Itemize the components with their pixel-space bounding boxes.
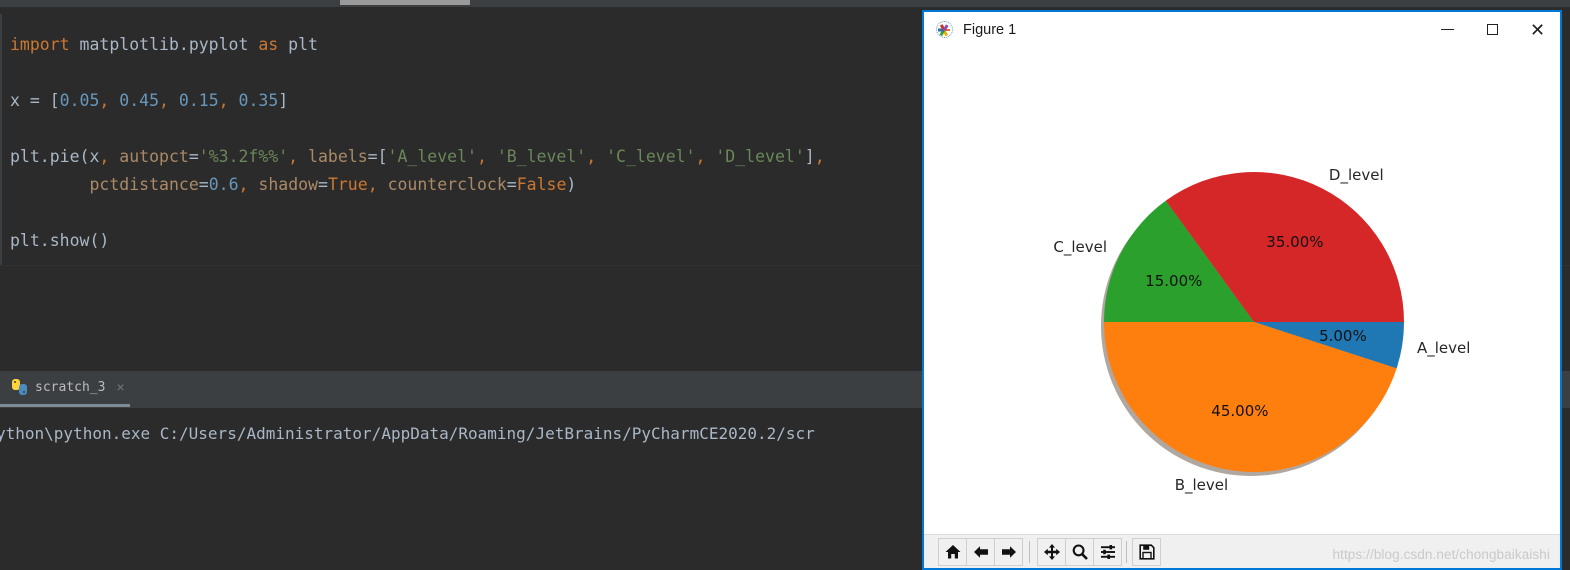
save-floppy-icon	[1138, 543, 1155, 560]
source-code: import matplotlib.pyplot as plt x = [0.0…	[10, 31, 825, 255]
pie-pct-d_level: 35.00%	[1266, 233, 1323, 251]
back-button[interactable]	[966, 537, 995, 566]
run-tab-underline	[0, 404, 130, 407]
figure-navigation-toolbar: https://blog.csdn.net/chongbaikaishi	[924, 534, 1560, 568]
configure-subplots-icon	[1100, 544, 1115, 559]
save-button[interactable]	[1132, 537, 1161, 566]
toolbar-separator-2	[1126, 540, 1127, 563]
pie-pct-b_level: 45.00%	[1211, 402, 1268, 420]
pie-label-b_level: B_level	[1175, 476, 1228, 495]
run-tab-label: scratch_3	[35, 379, 106, 395]
code-line-6: pctdistance=0.6, shadow=True, counterclo…	[89, 175, 577, 194]
close-icon: ✕	[1529, 19, 1546, 40]
home-icon	[945, 544, 960, 558]
zoom-magnifier-icon	[1072, 543, 1088, 560]
matplotlib-icon	[936, 21, 953, 38]
configure-subplots-button[interactable]	[1093, 537, 1122, 566]
code-line-8: plt.show()	[10, 231, 110, 250]
figure-window-title: Figure 1	[963, 21, 1017, 38]
pie-chart: 5.00% A_level 45.00% B_level 15.00% C_level 35…	[1053, 166, 1470, 495]
pie-pct-a_level: 5.00%	[1319, 327, 1367, 345]
pie-label-d_level: D_level	[1329, 166, 1384, 185]
pie-label-c_level: C_level	[1053, 238, 1107, 257]
maximize-icon	[1487, 24, 1498, 35]
watermark-text: https://blog.csdn.net/chongbaikaishi	[1332, 547, 1550, 562]
minimize-icon	[1441, 28, 1454, 31]
figure-canvas[interactable]: 5.00% A_level 45.00% B_level 15.00% C_level 35…	[924, 47, 1560, 534]
python-file-icon	[12, 379, 28, 395]
close-icon[interactable]: ×	[116, 379, 124, 395]
forward-button[interactable]	[994, 537, 1023, 566]
ide-top-strip	[0, 0, 1570, 7]
toolbar-separator-1	[1029, 540, 1030, 563]
window-controls: ✕	[1425, 12, 1560, 47]
code-line-1: import matplotlib.pyplot as plt	[10, 35, 318, 54]
pie-pct-c_level: 15.00%	[1145, 272, 1202, 290]
pie-label-a_level: A_level	[1417, 339, 1470, 358]
back-arrow-icon	[973, 545, 988, 558]
zoom-button[interactable]	[1065, 537, 1094, 566]
code-line-3: x = [0.05, 0.45, 0.15, 0.35]	[10, 91, 289, 110]
pan-button[interactable]	[1037, 537, 1066, 566]
code-line-5: plt.pie(x, autopct='%3.2f%%', labels=['A…	[10, 147, 825, 166]
maximize-button[interactable]	[1470, 12, 1515, 47]
close-button[interactable]: ✕	[1515, 12, 1560, 47]
minimize-button[interactable]	[1425, 12, 1470, 47]
home-button[interactable]	[938, 537, 967, 566]
matplotlib-figure-window[interactable]: Figure 1 ✕ 5.00% A_level 45.00% B_level 15.0…	[922, 10, 1562, 570]
figure-title-bar[interactable]: Figure 1 ✕	[924, 12, 1560, 47]
forward-arrow-icon	[1001, 545, 1016, 558]
editor-tab-indicator[interactable]	[340, 0, 470, 5]
screen-root: import matplotlib.pyplot as plt x = [0.0…	[0, 0, 1570, 570]
pan-move-icon	[1043, 543, 1060, 560]
run-tab-scratch3[interactable]: scratch_3 ×	[8, 375, 129, 399]
